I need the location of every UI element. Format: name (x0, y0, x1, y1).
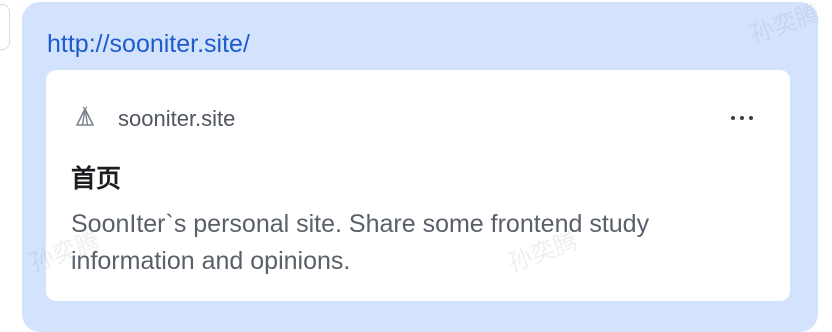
adjacent-element-edge (0, 4, 10, 50)
tent-icon (76, 106, 94, 126)
preview-description: SoonIter`s personal site. Share some fro… (71, 210, 650, 275)
more-options-button[interactable] (724, 106, 760, 130)
message-link[interactable]: http://sooniter.site/ (47, 27, 250, 61)
site-domain: sooniter.site (118, 106, 236, 131)
more-horizontal-icon (731, 116, 735, 120)
link-preview-card[interactable]: sooniter.site 首页 SoonIter`s personal sit… (46, 70, 790, 301)
preview-title: 首页 (71, 164, 122, 193)
